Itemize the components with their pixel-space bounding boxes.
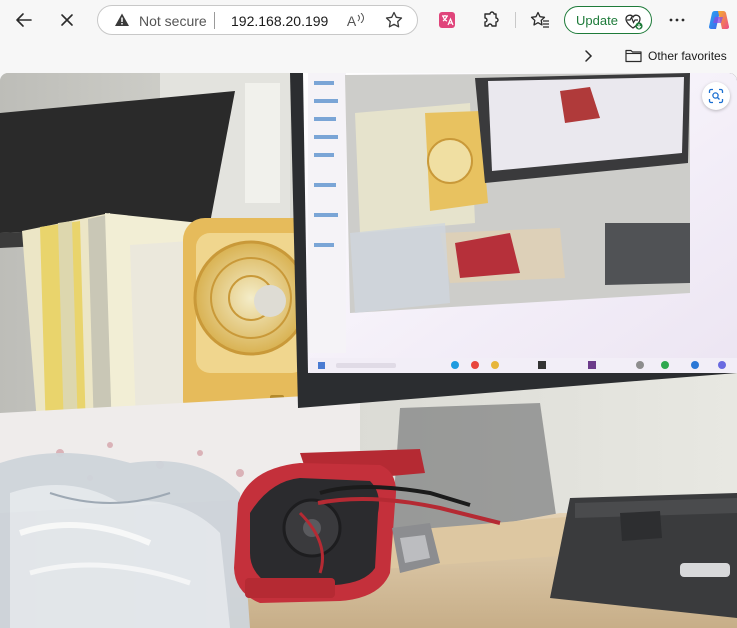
dark-pad	[550, 493, 737, 618]
favorites-overflow-button[interactable]	[572, 40, 604, 72]
security-label[interactable]: Not secure	[139, 13, 207, 29]
url-text[interactable]: 192.168.20.199	[231, 13, 328, 29]
copilot-button[interactable]	[703, 4, 735, 36]
close-icon	[61, 14, 73, 26]
visual-search-button[interactable]	[702, 82, 730, 110]
favorites-icon	[530, 11, 549, 28]
heart-pulse-icon	[623, 11, 645, 34]
more-icon	[669, 18, 685, 22]
favorite-star-icon[interactable]	[384, 10, 404, 35]
extensions-button[interactable]	[475, 4, 507, 36]
camera-feed	[0, 73, 737, 628]
folder-icon[interactable]	[625, 48, 642, 68]
favorites-bar: Other favorites	[0, 40, 737, 72]
other-favorites-link[interactable]: Other favorites	[648, 49, 727, 63]
plastic-bags	[0, 453, 250, 628]
address-divider	[214, 12, 215, 29]
address-bar[interactable]: Not secure 192.168.20.199 A	[97, 5, 418, 35]
read-aloud-glyph: A	[346, 13, 357, 29]
back-button[interactable]	[8, 4, 40, 36]
update-button[interactable]: Update	[564, 6, 652, 34]
translate-button[interactable]	[431, 4, 463, 36]
back-icon	[16, 13, 32, 27]
chevron-right-icon	[585, 50, 593, 62]
translate-icon	[439, 12, 455, 28]
visual-search-icon	[708, 88, 724, 104]
warning-icon[interactable]	[114, 12, 130, 33]
favorites-button[interactable]	[524, 4, 556, 36]
books	[22, 213, 205, 435]
browser-toolbar: Not secure 192.168.20.199 A Update	[0, 0, 737, 40]
read-aloud-icon[interactable]: A	[345, 10, 367, 32]
extensions-icon	[484, 11, 499, 27]
update-label: Update	[576, 13, 618, 28]
camera-image	[0, 73, 737, 628]
copilot-icon	[708, 10, 730, 30]
more-button[interactable]	[661, 4, 693, 36]
toolbar-divider	[515, 12, 516, 28]
stop-loading-button[interactable]	[51, 4, 83, 36]
